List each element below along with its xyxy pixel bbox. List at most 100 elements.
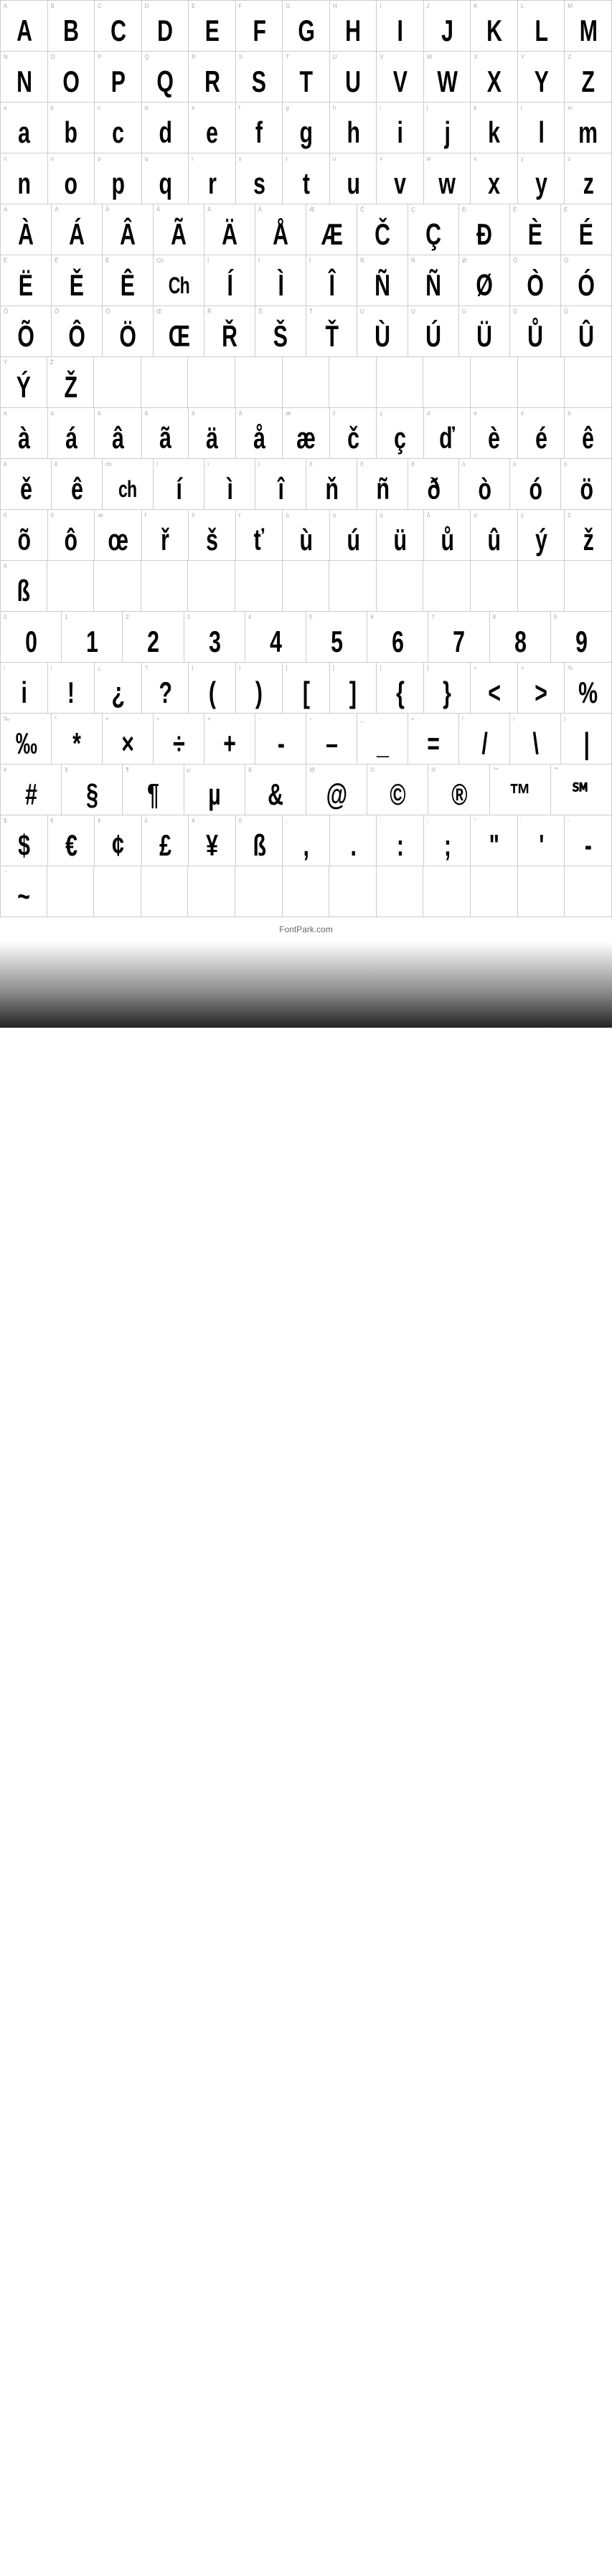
grid-cell: ìì	[204, 459, 255, 509]
grid-cell-empty	[235, 357, 283, 407]
grid-cell: DD	[142, 1, 189, 51]
cell-char: q	[159, 169, 171, 199]
grid-row-row-accent-lower-2: ěěêêchchííììîîňňññððòòóóöö	[0, 459, 612, 510]
cell-label: à	[4, 410, 6, 417]
cell-label: À	[4, 207, 7, 213]
cell-char: æ	[296, 423, 315, 453]
cell-char: x	[489, 169, 500, 199]
cell-char: 0	[25, 627, 37, 657]
cell-label: E	[192, 3, 195, 9]
cell-char: i	[21, 678, 27, 708]
cell-char: \	[532, 729, 538, 759]
grid-cell: ôô	[48, 510, 95, 560]
cell-char: ě	[20, 474, 32, 504]
cell-char: V	[393, 67, 407, 97]
cell-char: Ú	[425, 321, 441, 351]
cell-char: å	[253, 423, 265, 453]
grid-cell: &&	[245, 764, 306, 815]
cell-char: Û	[578, 321, 593, 351]
grid-cell: ==	[408, 714, 459, 764]
grid-cell: ÊÊ	[103, 255, 154, 306]
cell-char: 9	[575, 627, 587, 657]
grid-cell-empty	[377, 561, 424, 611]
cell-char: p	[111, 169, 124, 199]
cell-char: l	[538, 118, 544, 148]
cell-label: Ë	[4, 257, 7, 264]
cell-label: Í	[207, 257, 209, 264]
cell-char: #	[25, 780, 37, 810]
cell-label: £	[145, 818, 148, 824]
cell-char: Ä	[222, 219, 237, 250]
cell-label: Ø	[462, 257, 466, 264]
grid-cell: §§	[62, 764, 123, 815]
cell-char: ß	[253, 830, 265, 861]
cell-label: l	[521, 105, 522, 111]
grid-cell: ůů	[424, 510, 471, 560]
cell-label: \	[513, 716, 514, 722]
cell-char: L	[535, 16, 547, 46]
cell-label: {	[380, 665, 382, 671]
cell-char: n	[17, 169, 30, 199]
grid-cell: öö	[561, 459, 612, 509]
grid-cell: ÑÑ	[357, 255, 408, 306]
cell-char: '	[539, 830, 543, 861]
cell-char: 8	[514, 627, 526, 657]
grid-cell: NN	[0, 52, 48, 102]
cell-label: R	[192, 54, 196, 60]
cell-label: ¶	[126, 767, 128, 773]
grid-cell: µµ	[184, 764, 245, 815]
cell-label: ‰	[4, 716, 9, 722]
cell-char: û	[488, 525, 501, 555]
grid-cell: íí	[154, 459, 204, 509]
grid-cell: 11	[62, 612, 123, 662]
cell-label: Û	[564, 308, 568, 315]
grid-cell: LL	[518, 1, 565, 51]
grid-cell: [[	[283, 663, 330, 713]
cell-char: }	[443, 678, 451, 708]
cell-char: t	[303, 169, 309, 199]
cell-char: ¢	[112, 830, 123, 861]
grid-cell: ĚĚ	[52, 255, 103, 306]
grid-row-row-accent-lower-1: ààááââããääååææččççďďèèééêê	[0, 408, 612, 459]
grid-cell: ÚÚ	[408, 306, 459, 356]
grid-cell: ™™	[490, 764, 551, 815]
grid-cell: VV	[377, 52, 424, 102]
grid-cell: ØØ	[459, 255, 510, 306]
cell-label: ê	[568, 410, 570, 417]
grid-cell: --	[565, 815, 612, 866]
cell-label: Ê	[105, 257, 109, 264]
cell-char: Ý	[17, 372, 30, 402]
grid-cell: õõ	[0, 510, 48, 560]
cell-char: Ž	[64, 372, 77, 402]
cell-label: Ä	[207, 207, 211, 213]
grid-cell: KK	[471, 1, 518, 51]
grid-cell-empty	[518, 561, 565, 611]
cell-label: ť	[239, 512, 241, 518]
cell-char: ?	[159, 678, 171, 708]
cell-label: â	[98, 410, 100, 417]
cell-label: J	[427, 3, 430, 9]
grid-cell: ––	[306, 714, 357, 764]
grid-cell: ÐÐ	[459, 204, 510, 255]
grid-cell: ÝÝ	[0, 357, 47, 407]
cell-char: –	[326, 729, 337, 759]
cell-char: Y	[534, 67, 547, 97]
cell-label: €	[51, 818, 54, 824]
cell-label: ÷	[156, 716, 159, 722]
grid-cell: OO	[48, 52, 95, 102]
cell-label: š	[192, 512, 194, 518]
cell-label: œ	[98, 512, 103, 518]
cell-label: V	[380, 54, 383, 60]
grid-cell: 44	[245, 612, 306, 662]
cell-char: f	[255, 118, 262, 148]
grid-cell: ŠŠ	[255, 306, 306, 356]
grid-cell: ÅÅ	[255, 204, 306, 255]
grid-cell-empty	[141, 866, 189, 917]
grid-cell: ÖÖ	[103, 306, 154, 356]
cell-char: ť	[254, 525, 264, 555]
cell-label: ™	[493, 767, 499, 773]
cell-char: :	[397, 830, 403, 861]
cell-label: Ó	[564, 257, 568, 264]
cell-label: 1	[65, 614, 67, 620]
grid-cell-empty	[377, 357, 424, 407]
